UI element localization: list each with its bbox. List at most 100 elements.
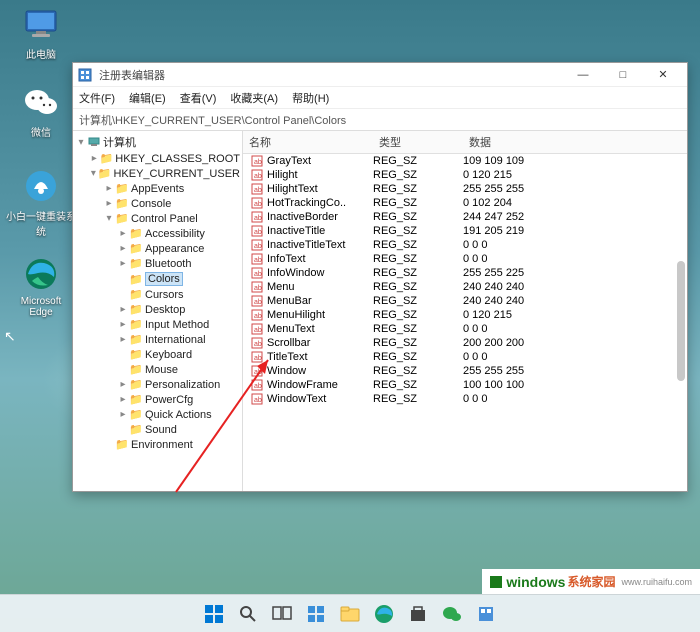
svg-text:ab: ab [254,327,262,334]
column-name[interactable]: 名称 [243,131,373,153]
string-value-icon: ab [249,393,265,405]
tree-item-cp-colors[interactable]: 📁Colors [75,271,240,287]
value-row[interactable]: abInactiveTitleREG_SZ191 205 219 [243,224,687,238]
tree-item-cp-sub[interactable]: ▸📁Desktop [75,302,240,317]
regedit-app-icon [77,67,93,83]
start-button[interactable] [202,602,226,626]
tree-label: Bluetooth [145,258,191,270]
menu-edit[interactable]: 编辑(E) [129,90,166,106]
string-value-icon: ab [249,379,265,391]
svg-text:ab: ab [254,257,262,264]
string-value-icon: ab [249,155,265,167]
value-type: REG_SZ [373,323,463,335]
titlebar[interactable]: 注册表编辑器 — □ ✕ [73,63,687,87]
window-title: 注册表编辑器 [99,67,563,83]
tree-item-cp-sub[interactable]: 📁Mouse [75,362,240,377]
tree-item-hkcr[interactable]: ▸📁 HKEY_CLASSES_ROOT [75,151,240,166]
value-row[interactable]: abWindowREG_SZ255 255 255 [243,364,687,378]
tree-item-cp-sub[interactable]: ▸📁Input Method [75,317,240,332]
value-list[interactable]: 名称 类型 数据 abGrayTextREG_SZ109 109 109abHi… [243,131,687,491]
value-data: 255 255 255 [463,365,687,377]
monitor-icon [23,6,59,42]
value-data: 0 102 204 [463,197,687,209]
store-icon[interactable] [406,602,430,626]
minimize-button[interactable]: — [563,63,603,87]
folder-icon: 📁 [129,363,143,376]
tree-item-cp-sub[interactable]: ▸📁Bluetooth [75,256,240,271]
value-row[interactable]: abMenuHilightREG_SZ0 120 215 [243,308,687,322]
column-type[interactable]: 类型 [373,131,463,153]
column-data[interactable]: 数据 [463,131,687,153]
watermark-sub: 系统家园 [567,573,615,590]
value-row[interactable]: abMenuTextREG_SZ0 0 0 [243,322,687,336]
desktop-icon-mgr[interactable]: 小白一键重装系统 [4,168,78,238]
value-row[interactable]: abWindowTextREG_SZ0 0 0 [243,392,687,406]
value-name: MenuBar [267,295,373,307]
tree-item-cp-sub[interactable]: ▸📁PowerCfg [75,392,240,407]
value-name: MenuHilight [267,309,373,321]
edge-taskbar-icon[interactable] [372,602,396,626]
value-row[interactable]: abHotTrackingCo..REG_SZ0 102 204 [243,196,687,210]
value-type: REG_SZ [373,197,463,209]
value-row[interactable]: abInfoTextREG_SZ0 0 0 [243,252,687,266]
tree-item-cp-sub[interactable]: 📁Keyboard [75,347,240,362]
tree-item-cp-sub[interactable]: ▸📁Quick Actions [75,407,240,422]
string-value-icon: ab [249,169,265,181]
tree-label: Personalization [145,379,220,391]
tree-label: Desktop [145,304,185,316]
value-data: 100 100 100 [463,379,687,391]
close-button[interactable]: ✕ [643,63,683,87]
tree-item-cp-sub[interactable]: ▸📁Personalization [75,377,240,392]
wechat-taskbar-icon[interactable] [440,602,464,626]
value-row[interactable]: abHilightTextREG_SZ255 255 255 [243,182,687,196]
tree-item-console[interactable]: ▸📁 Console [75,196,240,211]
tree-item-environment[interactable]: 📁 Environment [75,437,240,452]
tree-item-cp-sub[interactable]: ▸📁International [75,332,240,347]
folder-icon: 📁 [129,288,143,301]
tree-item-controlpanel[interactable]: ▾📁 Control Panel [75,211,240,226]
desktop-background: 此电脑 微信 小白一键重装系统 Microsoft Edge ↖ 注册表编辑器 … [0,0,700,632]
address-bar[interactable]: 计算机\HKEY_CURRENT_USER\Control Panel\Colo… [73,109,687,131]
value-row[interactable]: abMenuREG_SZ240 240 240 [243,280,687,294]
key-tree[interactable]: ▾ 计算机 ▸📁 HKEY_CLASSES_ROOT ▾📁 HKEY_CURRE… [73,131,243,491]
value-data: 244 247 252 [463,211,687,223]
watermark-url: www.ruihaifu.com [621,577,692,587]
value-row[interactable]: abScrollbarREG_SZ200 200 200 [243,336,687,350]
svg-text:ab: ab [254,313,262,320]
tree-item-hkcu[interactable]: ▾📁 HKEY_CURRENT_USER [75,166,240,181]
menu-help[interactable]: 帮助(H) [292,90,329,106]
tree-item-cp-sub[interactable]: 📁Cursors [75,287,240,302]
regedit-taskbar-icon[interactable] [474,602,498,626]
tree-item-appevents[interactable]: ▸📁 AppEvents [75,181,240,196]
tree-root[interactable]: ▾ 计算机 [75,133,240,151]
taskview-icon[interactable] [270,602,294,626]
menu-view[interactable]: 查看(V) [180,90,217,106]
value-row[interactable]: abInfoWindowREG_SZ255 255 225 [243,266,687,280]
value-row[interactable]: abInactiveTitleTextREG_SZ0 0 0 [243,238,687,252]
svg-text:ab: ab [254,173,262,180]
value-row[interactable]: abGrayTextREG_SZ109 109 109 [243,154,687,168]
menu-favorites[interactable]: 收藏夹(A) [230,90,278,106]
tree-item-cp-sub[interactable]: ▸📁Appearance [75,241,240,256]
search-icon[interactable] [236,602,260,626]
desktop-icon-thispc[interactable]: 此电脑 [10,6,72,61]
value-row[interactable]: abWindowFrameREG_SZ100 100 100 [243,378,687,392]
value-row[interactable]: abHilightREG_SZ0 120 215 [243,168,687,182]
explorer-icon[interactable] [338,602,362,626]
widgets-icon[interactable] [304,602,328,626]
desktop-icon-label: 微信 [31,128,51,139]
desktop-icon-edge[interactable]: Microsoft Edge [10,256,72,318]
desktop-icon-wechat[interactable]: 微信 [10,84,72,139]
tree-label: Accessibility [145,228,205,240]
value-row[interactable]: abTitleTextREG_SZ0 0 0 [243,350,687,364]
value-row[interactable]: abInactiveBorderREG_SZ244 247 252 [243,210,687,224]
scrollbar-thumb[interactable] [677,261,685,381]
tree-item-cp-sub[interactable]: ▸📁Accessibility [75,226,240,241]
value-row[interactable]: abMenuBarREG_SZ240 240 240 [243,294,687,308]
maximize-button[interactable]: □ [603,63,643,87]
menu-file[interactable]: 文件(F) [79,90,115,106]
svg-text:ab: ab [254,243,262,250]
tree-item-cp-sub[interactable]: 📁Sound [75,422,240,437]
value-type: REG_SZ [373,295,463,307]
value-name: MenuText [267,323,373,335]
